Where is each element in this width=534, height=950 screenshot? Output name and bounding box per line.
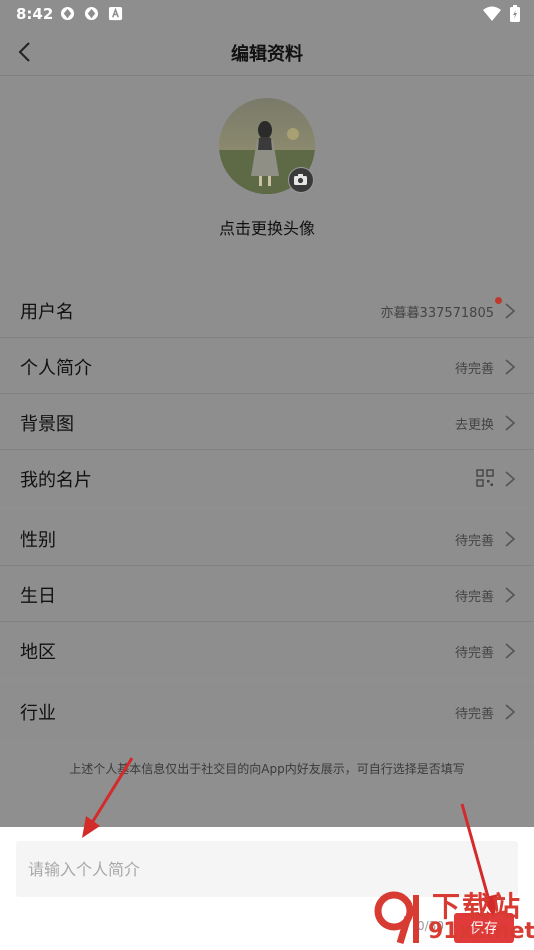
site-watermark: 下载站 91xz.net: [370, 885, 534, 947]
row-value: 待完善: [454, 534, 494, 549]
watermark-logo-icon: [374, 891, 419, 945]
row-background[interactable]: 背景图 去更换: [0, 394, 534, 450]
chevron-right-icon: [505, 415, 516, 431]
row-value: 待完善: [454, 707, 494, 722]
row-label: 生日: [20, 586, 56, 607]
row-gender[interactable]: 性别 待完善: [0, 510, 534, 566]
status-bar: 8:42: [0, 0, 534, 28]
new-badge-dot: [495, 297, 502, 304]
row-label: 地区: [20, 642, 56, 663]
privacy-footnote: 上述个人基本信息仅出于社交目的向App内好友展示，可自行选择是否填写: [69, 762, 465, 776]
row-industry[interactable]: 行业 待完善: [0, 683, 534, 739]
chevron-right-icon: [505, 704, 516, 720]
font-app-icon: [108, 6, 123, 21]
qr-code-icon: [476, 469, 494, 487]
status-right: [482, 5, 520, 26]
row-bio[interactable]: 个人简介 待完善: [0, 338, 534, 394]
row-region[interactable]: 地区 待完善: [0, 622, 534, 678]
watermark-url: 91xz.net: [428, 919, 534, 944]
status-time: 8:42: [16, 5, 54, 23]
profile-list-work: 行业 待完善: [0, 683, 534, 739]
row-label: 行业: [20, 703, 56, 724]
page-title: 编辑资料: [231, 44, 303, 65]
wifi-icon: [482, 6, 501, 21]
row-value: 待完善: [454, 646, 494, 661]
top-app-bar: 编辑资料: [0, 28, 534, 76]
chevron-right-icon: [505, 643, 516, 659]
row-label: 性别: [20, 530, 56, 551]
row-label: 背景图: [20, 414, 74, 435]
row-value: 去更换: [454, 418, 494, 433]
profile-list-basic: 用户名 亦暮暮337571805 个人简介 待完善 背景图 去更换 我的名片: [0, 282, 534, 506]
app-notification-icon-2: [84, 6, 99, 21]
chevron-right-icon: [505, 531, 516, 547]
avatar-section: 点击更换头像: [0, 77, 534, 281]
row-username[interactable]: 用户名 亦暮暮337571805: [0, 282, 534, 338]
row-value: 待完善: [454, 362, 494, 377]
battery-icon: [510, 5, 520, 22]
change-avatar-hint[interactable]: 点击更换头像: [0, 215, 534, 239]
profile-list-personal: 性别 待完善 生日 待完善 地区 待完善: [0, 510, 534, 678]
row-business-card[interactable]: 我的名片: [0, 450, 534, 506]
app-notification-icon: [60, 6, 75, 21]
row-label: 我的名片: [20, 470, 92, 491]
row-value: 待完善: [454, 590, 494, 605]
row-label: 个人简介: [20, 358, 92, 379]
row-birthday[interactable]: 生日 待完善: [0, 566, 534, 622]
camera-icon[interactable]: [288, 167, 314, 193]
chevron-right-icon: [505, 471, 516, 487]
chevron-right-icon: [505, 587, 516, 603]
chevron-right-icon: [505, 359, 516, 375]
row-label: 用户名: [20, 302, 74, 323]
chevron-right-icon: [505, 303, 516, 319]
row-value: 亦暮暮337571805: [380, 306, 494, 321]
